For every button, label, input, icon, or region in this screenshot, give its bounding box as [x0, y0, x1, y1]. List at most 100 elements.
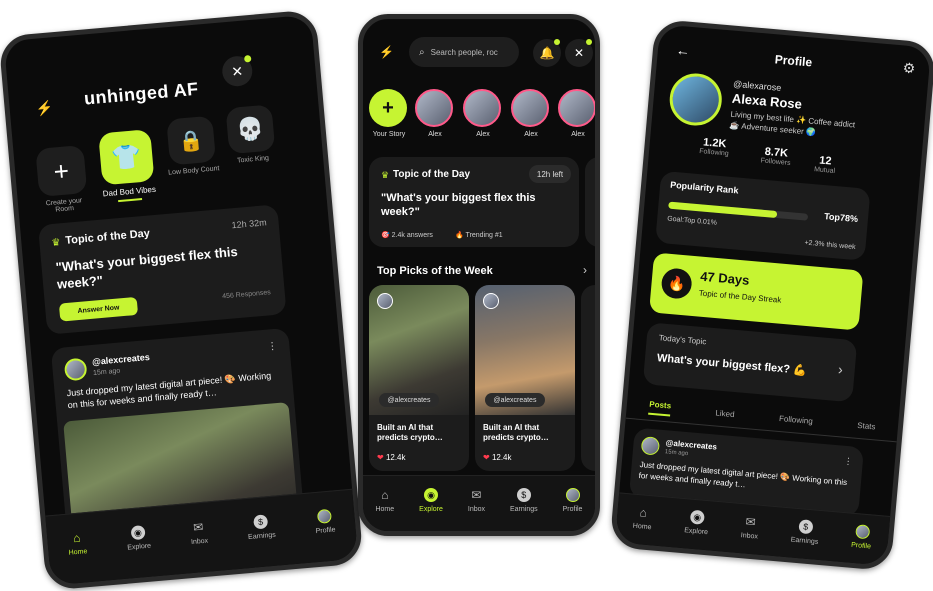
lock-heart-icon: 🔒	[166, 115, 217, 166]
nav-inbox[interactable]: ✉ Inbox	[189, 519, 209, 547]
flame-icon: 🔥	[660, 267, 693, 300]
nav-label: Home	[632, 522, 652, 532]
plus-icon: +	[35, 144, 88, 197]
story-label: Toxic King	[236, 154, 270, 165]
post-username[interactable]: @alexcreates	[92, 352, 150, 367]
story-alex[interactable]: Alex	[415, 89, 455, 138]
nav-label: Home	[68, 548, 88, 557]
heart-icon: ❤	[377, 453, 384, 462]
story-dad-bod[interactable]: 👕 Dad Bod Vibes	[94, 129, 160, 204]
hoodie-icon: 👕	[98, 129, 155, 186]
stat-following[interactable]: 1.2K Following	[698, 136, 730, 158]
nav-explore[interactable]: ◉ Explore	[419, 488, 443, 513]
more-icon[interactable]: ⋮	[843, 456, 853, 468]
nav-explore[interactable]: ◉ Explore	[126, 525, 152, 552]
pick-title: Built an AI that predicts crypto…	[377, 423, 443, 443]
stat-followers[interactable]: 8.7K Followers	[760, 145, 791, 167]
profile-avatar[interactable]	[667, 71, 724, 128]
stat-label: Following	[698, 148, 729, 158]
post-time: 15m ago	[92, 367, 121, 377]
story-label: Create your Room	[45, 197, 83, 214]
nav-earnings[interactable]: $ Earnings	[510, 488, 538, 513]
story-toxic-king[interactable]: 💀 Toxic King	[220, 104, 281, 166]
pick-card[interactable]: @alexcreates Built an AI that predicts c…	[369, 285, 469, 471]
topic-card[interactable]: ♛ Topic of the Day 12h left "What's your…	[369, 157, 579, 247]
pick-username: @alexcreates	[485, 393, 545, 407]
nav-explore[interactable]: ◉ Explore	[684, 509, 710, 536]
bell-icon[interactable]: 🔔	[533, 39, 561, 67]
compass-icon: ◉	[689, 509, 705, 525]
menu-x-icon[interactable]: ✕	[221, 54, 254, 88]
nav-home[interactable]: ⌂ Home	[67, 530, 88, 557]
nav-label: Inbox	[740, 532, 759, 541]
chevron-right-icon[interactable]: ›	[583, 263, 587, 277]
mail-icon: ✉	[192, 519, 204, 535]
nav-label: Inbox	[190, 537, 209, 547]
nav-label: Profile	[562, 506, 583, 513]
nav-home[interactable]: ⌂ Home	[375, 488, 394, 513]
menu-x-icon[interactable]: ✕	[565, 39, 593, 67]
dollar-icon: $	[516, 488, 531, 502]
stat-label: Mutual	[813, 166, 836, 175]
settings-icon[interactable]: ⚙	[902, 59, 916, 77]
nav-inbox[interactable]: ✉ Inbox	[740, 514, 759, 540]
search-input[interactable]: ⌕ Search people, roc	[409, 37, 519, 67]
pick-card-next[interactable]	[581, 285, 595, 471]
topic-card[interactable]: ♛ Topic of the Day 12h 32m "What's your …	[37, 204, 287, 335]
answer-now-button[interactable]: Answer Now	[58, 296, 139, 322]
tab-following[interactable]: Following	[779, 414, 813, 426]
nav-earnings[interactable]: $ Earnings	[246, 514, 276, 541]
crown-icon: ♛	[51, 237, 62, 250]
crown-icon: ♛	[381, 170, 390, 180]
plus-icon: +	[369, 89, 407, 127]
story-alex[interactable]: Alex	[511, 89, 551, 138]
nav-inbox[interactable]: ✉ Inbox	[468, 488, 485, 513]
nav-label: Inbox	[467, 506, 485, 513]
stat-mutual[interactable]: 12 Mutual	[814, 154, 837, 175]
avatar[interactable]	[63, 357, 88, 382]
nav-earnings[interactable]: $ Earnings	[790, 519, 820, 546]
nav-profile[interactable]: Profile	[850, 524, 873, 551]
skull-icon: 💀	[225, 104, 276, 155]
story-low-body[interactable]: 🔒 Low Body Count	[161, 115, 222, 177]
topic-timer: 12h left	[529, 165, 571, 183]
pick-likes: ❤ 12.4k	[377, 453, 406, 462]
story-label: Dad Bod Vibes	[102, 184, 157, 199]
more-icon[interactable]: ⋮	[267, 341, 278, 353]
rank-title: Popularity Rank	[669, 179, 739, 196]
dollar-icon: $	[798, 519, 814, 535]
tab-posts[interactable]: Posts	[648, 399, 672, 417]
pick-card[interactable]: @alexcreates Built an AI that predicts c…	[475, 285, 575, 471]
nav-profile[interactable]: Profile	[562, 488, 583, 513]
avatar[interactable]	[640, 436, 661, 456]
nav-profile[interactable]: Profile	[314, 508, 336, 535]
avatar	[854, 524, 870, 540]
topic-card-next[interactable]	[585, 157, 595, 247]
your-story[interactable]: + Your Story	[369, 89, 409, 138]
dollar-icon: $	[253, 514, 269, 530]
rank-goal: Goal:Top 0.01%	[666, 215, 718, 227]
chevron-right-icon[interactable]: ›	[837, 361, 843, 377]
topic-title: Topic of the Day	[393, 169, 471, 180]
story-label: Your Story	[372, 131, 406, 138]
tab-stats[interactable]: Stats	[857, 421, 876, 432]
answers-icon: 🎯	[381, 232, 390, 239]
popularity-rank-card[interactable]: Popularity Rank Top78% Goal:Top 0.01% +2…	[655, 170, 871, 261]
story-alex[interactable]: Alex	[463, 89, 503, 138]
nav-home[interactable]: ⌂ Home	[632, 505, 653, 532]
rank-bar-fill	[668, 201, 778, 219]
story-alex[interactable]: Alex	[558, 89, 595, 138]
todays-topic-label: Today's Topic	[658, 333, 707, 347]
lightning-icon[interactable]: ⚡	[379, 45, 394, 59]
streak-card[interactable]: 🔥 47 Days Topic of the Day Streak	[649, 252, 864, 331]
pick-title: Built an AI that predicts crypto…	[483, 423, 549, 443]
nav-label: Profile	[315, 526, 336, 536]
tab-liked[interactable]: Liked	[715, 408, 735, 419]
lightning-icon[interactable]: ⚡	[35, 99, 54, 117]
nav-label: Explore	[683, 527, 709, 537]
todays-topic-card[interactable]: Today's Topic What's your biggest flex? …	[642, 322, 858, 403]
nav-label: Profile	[850, 541, 872, 551]
nav-label: Explore	[127, 542, 152, 552]
story-create[interactable]: + Create your Room	[33, 144, 91, 215]
section-title: Top Picks of the Week	[377, 265, 493, 277]
